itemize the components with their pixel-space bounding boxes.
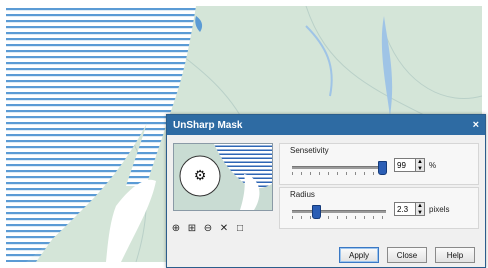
preview-pane[interactable]: ⚙: [173, 143, 273, 211]
sensitivity-value[interactable]: 99: [394, 158, 416, 172]
close-button[interactable]: Close: [387, 247, 427, 263]
apply-button[interactable]: Apply: [339, 247, 379, 263]
sensitivity-spinner[interactable]: 99 ▲ ▼ %: [394, 158, 436, 172]
sensitivity-spin-arrows-icon[interactable]: ▲ ▼: [416, 158, 425, 172]
unsharp-mask-dialog: UnSharp Mask × ⚙ ⊕ ⊞ ⊖ ✕ □ Sensetivity 9…: [166, 114, 486, 268]
inlet-shape: [6, 156, 76, 262]
close-icon[interactable]: ×: [473, 119, 479, 131]
radius-label: Radius: [290, 190, 315, 199]
radius-ticks: [292, 216, 386, 219]
sensitivity-ticks: [292, 172, 386, 175]
preview-image: ⚙: [174, 144, 272, 210]
help-button[interactable]: Help: [435, 247, 475, 263]
svg-text:⚙: ⚙: [194, 168, 207, 184]
zoom-in-icon[interactable]: ⊕: [171, 223, 181, 234]
island-shape: [106, 179, 156, 262]
preview-toolbar: ⊕ ⊞ ⊖ ✕ □: [171, 223, 245, 234]
radius-spinner[interactable]: 2.3 ▲ ▼ pixels: [394, 202, 449, 216]
cross-icon[interactable]: ✕: [219, 223, 229, 234]
radius-spin-arrows-icon[interactable]: ▲ ▼: [416, 202, 425, 216]
radius-slider[interactable]: [292, 210, 386, 213]
fit-icon[interactable]: ⊞: [187, 223, 197, 234]
radius-slider-thumb[interactable]: [312, 205, 321, 219]
dialog-titlebar[interactable]: UnSharp Mask ×: [167, 115, 485, 135]
sensitivity-slider-thumb[interactable]: [378, 161, 388, 175]
sensitivity-group: Sensetivity 99 ▲ ▼ %: [279, 143, 479, 185]
sensitivity-label: Sensetivity: [290, 146, 329, 155]
square-icon[interactable]: □: [235, 223, 245, 234]
radius-value[interactable]: 2.3: [394, 202, 416, 216]
sensitivity-slider[interactable]: [292, 166, 386, 169]
sensitivity-unit: %: [429, 160, 437, 170]
radius-unit: pixels: [429, 204, 450, 214]
dialog-title: UnSharp Mask: [173, 119, 243, 131]
radius-group: Radius 2.3 ▲ ▼ pixels: [279, 187, 479, 229]
zoom-out-icon[interactable]: ⊖: [203, 223, 213, 234]
